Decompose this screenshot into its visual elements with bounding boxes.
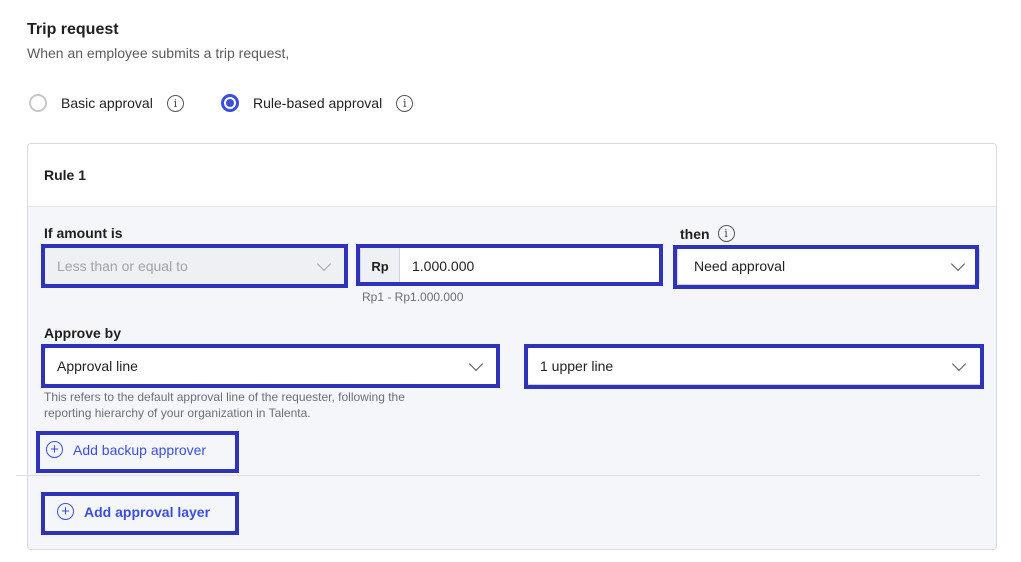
rule-based-approval-option[interactable]: Rule-based approval i [221, 93, 414, 113]
highlight-frame [41, 492, 239, 535]
highlight-frame [673, 245, 979, 289]
rule-based-approval-label: Rule-based approval [253, 95, 383, 111]
page-title: Trip request [27, 21, 119, 38]
rule-title: Rule 1 [44, 167, 87, 183]
basic-approval-radio[interactable] [29, 94, 47, 112]
approve-by-hint-line-2: reporting hierarchy of your organization… [44, 406, 311, 420]
page-subtitle: When an employee submits a trip request, [27, 45, 290, 61]
highlight-frame [524, 344, 984, 389]
highlight-frame [41, 244, 348, 288]
approve-by-hint: This refers to the default approval line… [44, 389, 405, 421]
rule-based-approval-radio[interactable] [221, 94, 239, 112]
approve-by-hint-line-1: This refers to the default approval line… [44, 390, 405, 404]
approve-by-label: Approve by [44, 325, 122, 341]
divider [16, 475, 980, 476]
basic-approval-label: Basic approval [61, 95, 153, 111]
highlight-frame [41, 344, 500, 388]
amount-hint: Rp1 - Rp1.000.000 [362, 290, 464, 304]
highlight-frame [36, 431, 239, 473]
then-label-group: then i [680, 225, 735, 242]
info-icon[interactable]: i [717, 225, 735, 242]
then-label: then [680, 225, 710, 242]
info-icon[interactable]: i [166, 94, 184, 112]
highlight-frame [356, 244, 663, 286]
rule-card-header: Rule 1 [28, 144, 996, 207]
info-icon[interactable]: i [396, 94, 414, 112]
basic-approval-option[interactable]: Basic approval i [29, 93, 184, 113]
amount-label: If amount is [44, 225, 123, 241]
